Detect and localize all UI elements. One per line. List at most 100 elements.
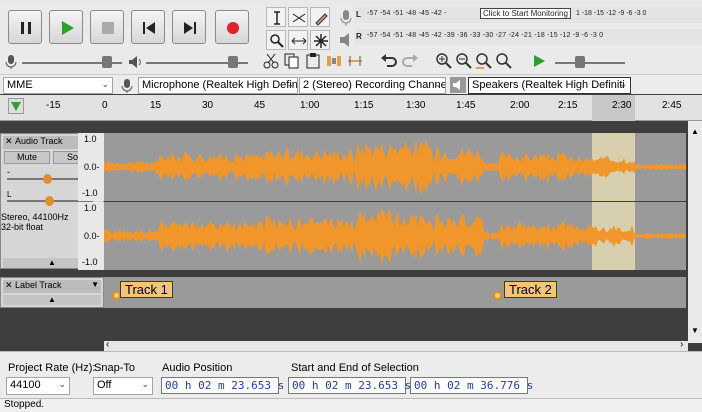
ruler-tick-label: 1:45 [456,100,476,111]
chevron-down-icon: ⌄ [101,79,109,89]
record-meter-mic-icon[interactable] [338,8,354,28]
scroll-down-icon[interactable]: ▼ [691,326,699,335]
cut-icon[interactable] [262,52,280,70]
triangle-up-icon: ▲ [48,258,56,267]
waveform-area[interactable] [104,133,686,270]
record-meter[interactable]: L -57 -54 -51 -48 -45 -42 - Click to Sta… [355,7,702,23]
recording-device-value: Microphone (Realtek High Defini [142,79,298,91]
time-shift-tool[interactable] [288,30,308,50]
monitoring-tooltip[interactable]: Click to Start Monitoring [480,8,571,19]
toolbar-area: L -57 -54 -51 -48 -45 -42 - Click to Sta… [0,5,702,74]
selection-start-display[interactable]: 00 h 02 m 23.653 s [288,377,411,394]
ruler-tick-label: 2:30 [612,100,632,111]
pause-icon [21,22,31,34]
multi-tool[interactable] [310,30,330,50]
project-rate-value: 44100 [10,379,41,391]
status-bar: Stopped. [0,398,702,412]
stop-button[interactable] [90,10,124,44]
recording-volume-slider[interactable] [22,56,122,68]
label-track-2[interactable]: Track 2 [504,281,557,298]
recording-device-select[interactable]: Microphone (Realtek High Defini ⌄ [138,77,298,94]
scale-top: 1.0 [84,134,97,144]
asterisk-icon [314,34,328,48]
draw-tool[interactable] [310,7,330,27]
trim-audio-icon[interactable] [325,52,343,70]
play-icon [62,21,74,35]
skip-end-icon [184,22,196,34]
scale-mid: 0.0- [84,162,100,172]
timeline-ruler[interactable]: -15 0 15 30 45 1:00 1:15 1:30 1:45 2:00 2:15 2:30 2:… [0,95,702,121]
record-icon [227,22,239,34]
ruler-tick-label: 1:30 [406,100,426,111]
channel-2-scale: 1.0 0.0- -1.0 [78,202,104,270]
label-anchor-icon[interactable] [493,291,502,300]
meter-scale: -57 -54 -51 -48 -45 -42 - [367,10,447,17]
envelope-tool[interactable] [288,7,308,27]
audio-position-display[interactable]: 00 h 02 m 23.653 s [161,377,284,394]
vertical-scrollbar[interactable]: ▲ ▼ [688,121,702,343]
label-track-name-button[interactable]: ✕ Label Track ▼ [3,280,101,293]
scale-bottom: -1.0 [82,188,98,198]
ruler-tick-label: 1:15 [354,100,374,111]
pinned-play-head-button[interactable] [8,98,24,114]
slider-thumb[interactable] [43,174,52,184]
label-track-1[interactable]: Track 1 [120,281,173,298]
snap-to-select[interactable]: Off ⌄ [93,377,153,395]
redo-icon[interactable] [401,52,419,70]
label-track-area[interactable]: Track 1 Track 2 [104,277,686,308]
meter-channel-label: L [356,10,361,19]
play-button[interactable] [49,10,83,44]
fit-project-icon[interactable] [495,52,513,70]
playback-meter[interactable]: R -57 -54 -51 -48 -45 -42 -39 -36 -33 -3… [355,29,702,45]
stop-icon [102,22,114,34]
paste-icon[interactable] [304,52,322,70]
ruler-tick-label: -15 [46,100,61,111]
ruler-tick-label: 1:00 [300,100,320,111]
slider-thumb[interactable] [102,56,112,68]
close-track-icon[interactable]: ✕ [5,280,13,291]
meter-scale: -57 -54 -51 -48 -45 -42 -39 -36 -33 -30 … [367,32,604,39]
play-at-speed-icon[interactable] [532,54,546,68]
pause-button[interactable] [8,10,42,44]
scroll-up-icon[interactable]: ▲ [691,127,699,136]
copy-icon[interactable] [283,52,301,70]
fit-selection-icon[interactable] [475,52,493,70]
skip-to-end-button[interactable] [172,10,206,44]
skip-to-start-button[interactable] [131,10,165,44]
play-meter-speaker-icon[interactable] [338,30,354,50]
chevron-down-icon: ⌄ [286,79,294,89]
undo-icon[interactable] [380,52,398,70]
selection-end-display[interactable]: 00 h 02 m 36.776 s [410,377,533,394]
playback-device-select[interactable]: Speakers (Realtek High Definiti ⌄ [468,77,631,94]
slider-thumb[interactable] [228,56,238,68]
silence-audio-icon[interactable] [346,52,364,70]
selection-tool[interactable] [266,7,286,27]
ruler-tick-label: 30 [202,100,214,111]
ruler-tick-label: 2:00 [510,100,530,111]
zoom-in-icon[interactable] [435,52,453,70]
record-button[interactable] [215,10,249,44]
chevron-down-icon: ⌄ [141,379,149,389]
microphone-icon [120,78,134,94]
audio-host-select[interactable]: MME ⌄ [3,77,113,94]
selection-toolbar: Project Rate (Hz): 44100 ⌄ Snap-To Off ⌄… [0,351,702,398]
pencil-icon [315,13,328,26]
play-speed-slider[interactable] [555,56,625,68]
project-rate-select[interactable]: 44100 ⌄ [6,377,70,395]
slider-thumb[interactable] [575,56,585,68]
scroll-left-icon[interactable]: ‹ [106,339,109,350]
zoom-tool[interactable] [266,30,286,50]
ruler-tick-label: 2:45 [662,100,682,111]
selection-mode-label: Start and End of Selection [291,362,419,374]
recording-channels-select[interactable]: 2 (Stereo) Recording Channels ⌄ [299,77,446,94]
playback-volume-slider[interactable] [146,56,248,68]
close-track-icon[interactable]: ✕ [5,136,13,147]
scroll-right-icon[interactable]: › [680,339,683,350]
slider-thumb[interactable] [45,196,54,206]
zoom-out-icon[interactable] [455,52,473,70]
ruler-tick-label: 15 [150,100,162,111]
horizontal-scrollbar[interactable]: ‹ › [104,339,688,351]
mute-button[interactable]: Mute [4,151,50,164]
collapse-track-button[interactable]: ▲ [3,295,101,305]
magnifier-icon [270,34,284,48]
